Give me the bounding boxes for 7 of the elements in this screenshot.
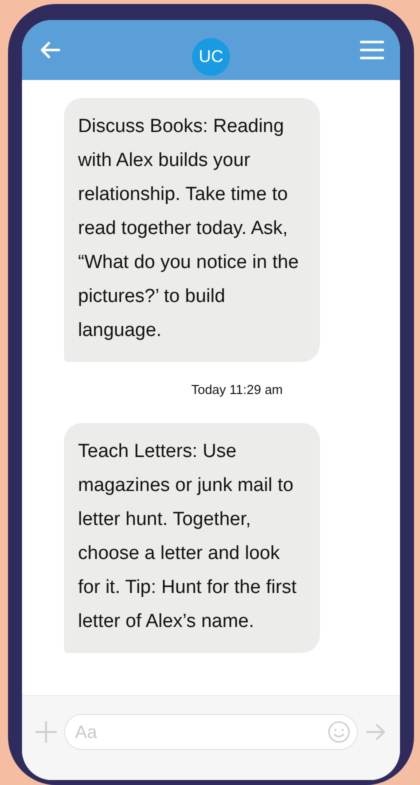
- smiley-icon[interactable]: [327, 720, 351, 744]
- plus-icon[interactable]: [34, 720, 58, 744]
- message-bubble: Teach Letters: Use magazines or junk mail to letter hunt. Together, choose a letter and look for it. Tip: Hunt for the first letter of Alex’s name.: [64, 423, 320, 653]
- timestamp: Today 11:29 am: [190, 382, 284, 397]
- contact-avatar: UC: [192, 38, 230, 76]
- menu-icon[interactable]: [360, 40, 384, 60]
- message-bubble: Discuss Books: Reading with Alex builds your relationship. Take time to read together today. Ask, “What do you notice in the pictures?’ to build language.: [64, 98, 320, 362]
